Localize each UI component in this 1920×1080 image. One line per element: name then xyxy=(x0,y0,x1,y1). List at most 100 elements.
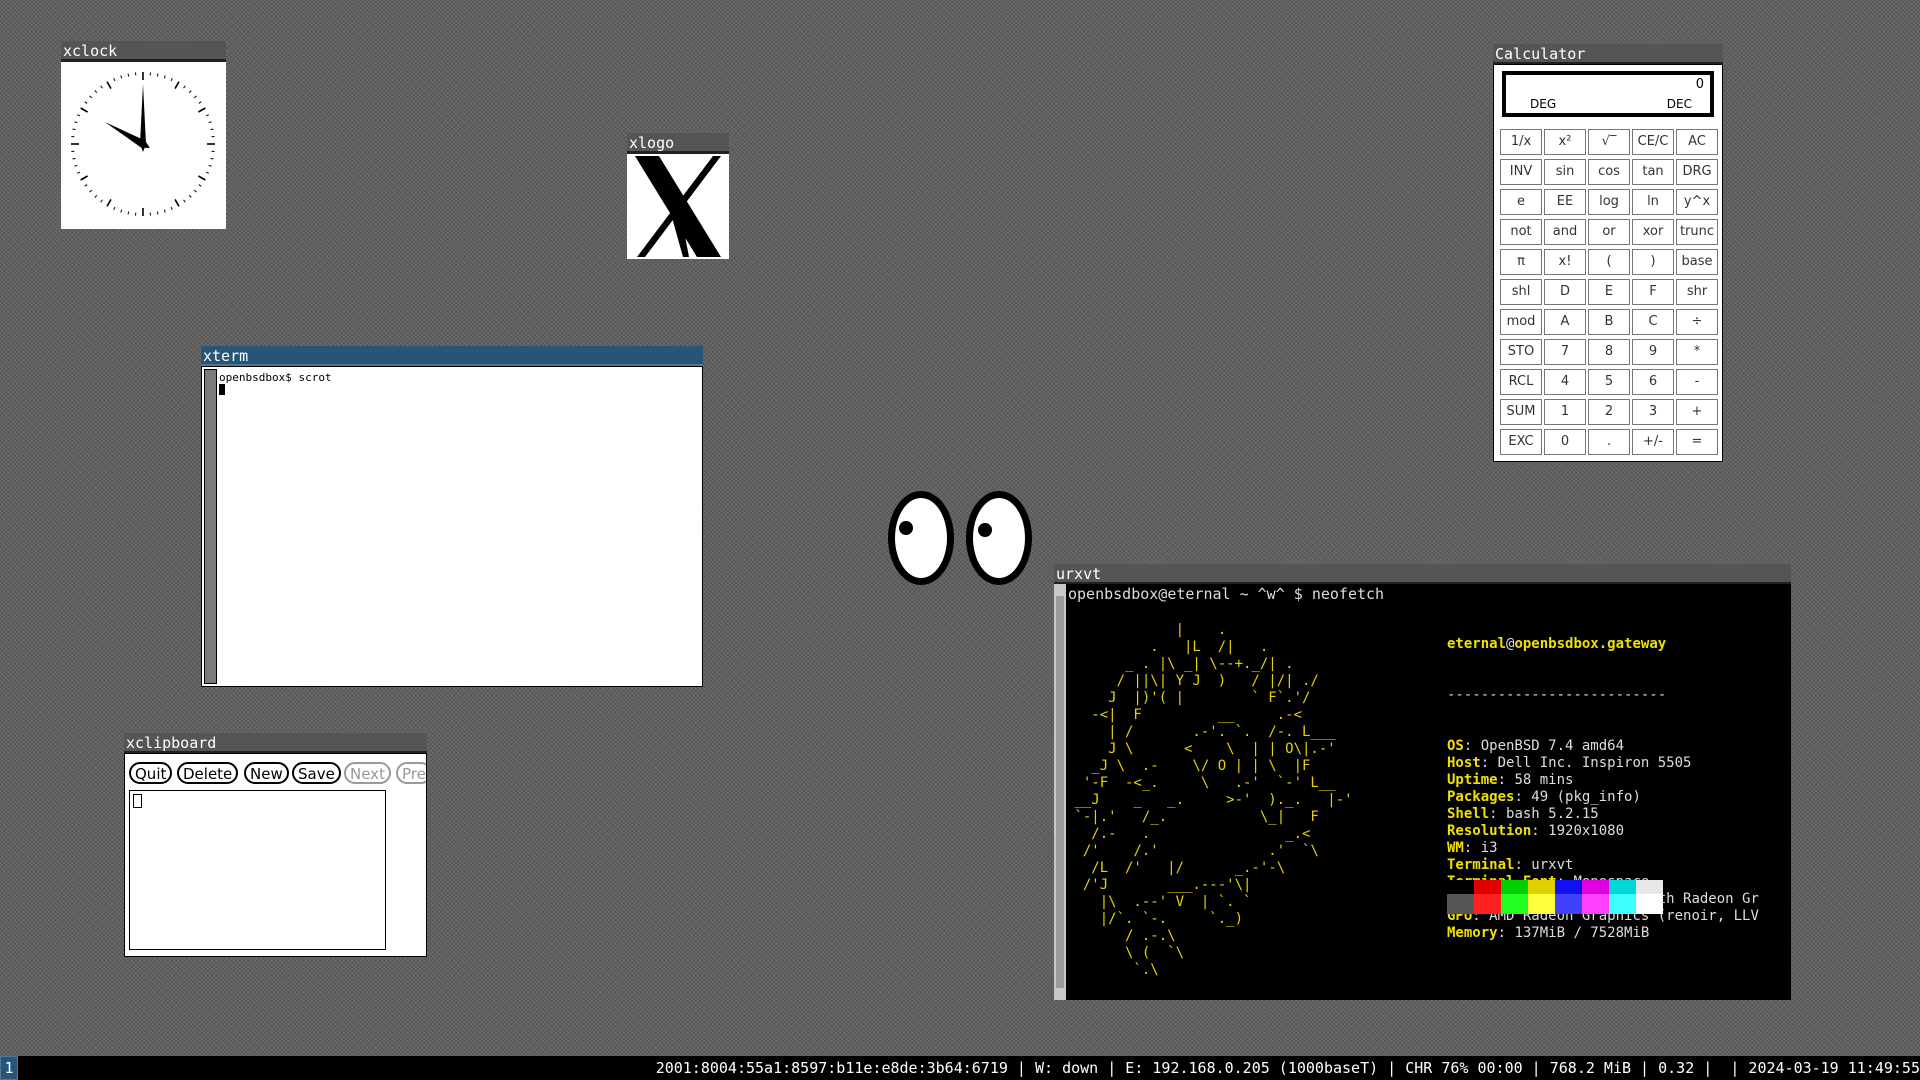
calc-key[interactable]: y^x xyxy=(1676,189,1718,215)
calc-key[interactable]: tan xyxy=(1632,159,1674,185)
calc-key[interactable]: E xyxy=(1588,279,1630,305)
clock-tick xyxy=(74,121,78,124)
calc-key[interactable]: AC xyxy=(1676,129,1718,155)
calculator-window[interactable]: Calculator 0 DEG DEC 1/x x² √‾ CE/C AC INV sin… xyxy=(1493,44,1723,462)
prev-button[interactable]: Pre xyxy=(396,762,426,784)
clock-tick xyxy=(170,78,173,82)
calc-key[interactable]: CE/C xyxy=(1632,129,1674,155)
calc-key[interactable]: INV xyxy=(1500,159,1542,185)
calc-key[interactable]: DRG xyxy=(1676,159,1718,185)
clipboard-text-area[interactable] xyxy=(129,790,386,950)
calc-key[interactable]: - xyxy=(1676,369,1718,395)
calc-key[interactable]: and xyxy=(1544,219,1586,245)
calc-key[interactable]: RCL xyxy=(1500,369,1542,395)
calc-key[interactable]: F xyxy=(1632,279,1674,305)
calc-key[interactable]: +/- xyxy=(1632,429,1674,455)
calc-key[interactable]: log xyxy=(1588,189,1630,215)
clock-tick xyxy=(198,175,206,181)
scrollbar[interactable] xyxy=(1054,584,1066,1000)
calc-key[interactable]: . xyxy=(1588,429,1630,455)
calc-key[interactable]: 9 xyxy=(1632,339,1674,365)
calc-key[interactable]: xor xyxy=(1632,219,1674,245)
calc-key[interactable]: ( xyxy=(1588,249,1630,275)
calc-key[interactable]: A xyxy=(1544,309,1586,335)
scrollbar[interactable] xyxy=(204,369,217,684)
calc-key[interactable]: D xyxy=(1544,279,1586,305)
clock-tick xyxy=(188,194,192,198)
calc-key[interactable]: 1 xyxy=(1544,399,1586,425)
calc-key[interactable]: 6 xyxy=(1632,369,1674,395)
palette-swatch xyxy=(1501,880,1528,894)
quit-button[interactable]: Quit xyxy=(129,762,173,784)
calc-key[interactable]: 7 xyxy=(1544,339,1586,365)
xterm-terminal[interactable]: openbsdbox$ scrot xyxy=(201,366,703,687)
calc-key[interactable]: √‾ xyxy=(1588,129,1630,155)
window-title[interactable]: xclipboard xyxy=(124,733,427,753)
urxvt-terminal[interactable]: openbsdbox@eternal ~ ^w^ $ neofetch | . … xyxy=(1054,584,1791,1000)
window-title[interactable]: xclock xyxy=(61,41,226,61)
calc-key[interactable]: x² xyxy=(1544,129,1586,155)
calc-key[interactable]: 1/x xyxy=(1500,129,1542,155)
xclock-window[interactable]: xclock xyxy=(61,41,226,229)
base-mode: DEC xyxy=(1666,97,1692,111)
neofetch-line: Uptime: 58 mins xyxy=(1447,772,1759,789)
calc-key[interactable]: π xyxy=(1500,249,1542,275)
calc-key[interactable]: C xyxy=(1632,309,1674,335)
calc-key[interactable]: 8 xyxy=(1588,339,1630,365)
calc-key[interactable]: 4 xyxy=(1544,369,1586,395)
calc-key[interactable]: SUM xyxy=(1500,399,1542,425)
calc-key[interactable]: base xyxy=(1676,249,1718,275)
calc-key[interactable]: = xyxy=(1676,429,1718,455)
calc-key[interactable]: 0 xyxy=(1544,429,1586,455)
calc-key[interactable]: or xyxy=(1588,219,1630,245)
neofetch-value: 49 (pkg_info) xyxy=(1531,789,1641,805)
calc-key[interactable]: shl xyxy=(1500,279,1542,305)
next-button[interactable]: Next xyxy=(344,762,391,784)
calc-key[interactable]: 5 xyxy=(1588,369,1630,395)
calc-key[interactable]: x! xyxy=(1544,249,1586,275)
calc-key[interactable]: ) xyxy=(1632,249,1674,275)
calc-key[interactable]: * xyxy=(1676,339,1718,365)
calc-key[interactable]: 3 xyxy=(1632,399,1674,425)
calc-key[interactable]: cos xyxy=(1588,159,1630,185)
calc-key[interactable]: trunc xyxy=(1676,219,1718,245)
clock-tick xyxy=(77,171,81,174)
calc-key[interactable]: + xyxy=(1676,399,1718,425)
calc-key[interactable]: STO xyxy=(1500,339,1542,365)
xclipboard-window[interactable]: xclipboard Quit Delete New Save Next Pre xyxy=(124,733,427,957)
new-button[interactable]: New xyxy=(244,762,289,784)
xeyes-window[interactable] xyxy=(884,478,1036,588)
palette-swatch xyxy=(1636,880,1663,894)
delete-button[interactable]: Delete xyxy=(177,762,239,784)
calc-key[interactable]: mod xyxy=(1500,309,1542,335)
window-title[interactable]: urxvt xyxy=(1054,564,1791,584)
window-title[interactable]: xterm xyxy=(201,346,703,366)
neofetch-value: bash 5.2.15 xyxy=(1506,806,1599,822)
calc-key[interactable]: sin xyxy=(1544,159,1586,185)
calc-key[interactable]: EE xyxy=(1544,189,1586,215)
calc-key[interactable]: ln xyxy=(1632,189,1674,215)
window-title[interactable]: xlogo xyxy=(627,133,729,153)
calc-key[interactable]: ÷ xyxy=(1676,309,1718,335)
clock-tick xyxy=(89,95,93,99)
clock-tick xyxy=(113,206,116,210)
calc-key[interactable]: not xyxy=(1500,219,1542,245)
calc-key[interactable]: EXC xyxy=(1500,429,1542,455)
urxvt-window[interactable]: urxvt openbsdbox@eternal ~ ^w^ $ neofetc… xyxy=(1054,564,1791,1000)
save-button[interactable]: Save xyxy=(292,762,341,784)
clock-tick xyxy=(188,90,192,94)
workspace-button[interactable]: 1 xyxy=(0,1056,18,1080)
neofetch-key: Shell xyxy=(1447,806,1490,822)
calc-key[interactable]: 2 xyxy=(1588,399,1630,425)
calc-key[interactable]: B xyxy=(1588,309,1630,335)
window-title[interactable]: Calculator xyxy=(1493,44,1723,64)
scrollbar-thumb[interactable] xyxy=(1056,596,1064,988)
calc-key[interactable]: shr xyxy=(1676,279,1718,305)
xlogo-window[interactable]: xlogo xyxy=(627,133,729,259)
neofetch-value: urxvt xyxy=(1531,857,1574,873)
calc-key[interactable]: e xyxy=(1500,189,1542,215)
clock-tick xyxy=(163,75,166,79)
clock-tick xyxy=(127,211,130,215)
right-pupil xyxy=(978,523,992,537)
xterm-window[interactable]: xterm openbsdbox$ scrot xyxy=(201,346,703,687)
